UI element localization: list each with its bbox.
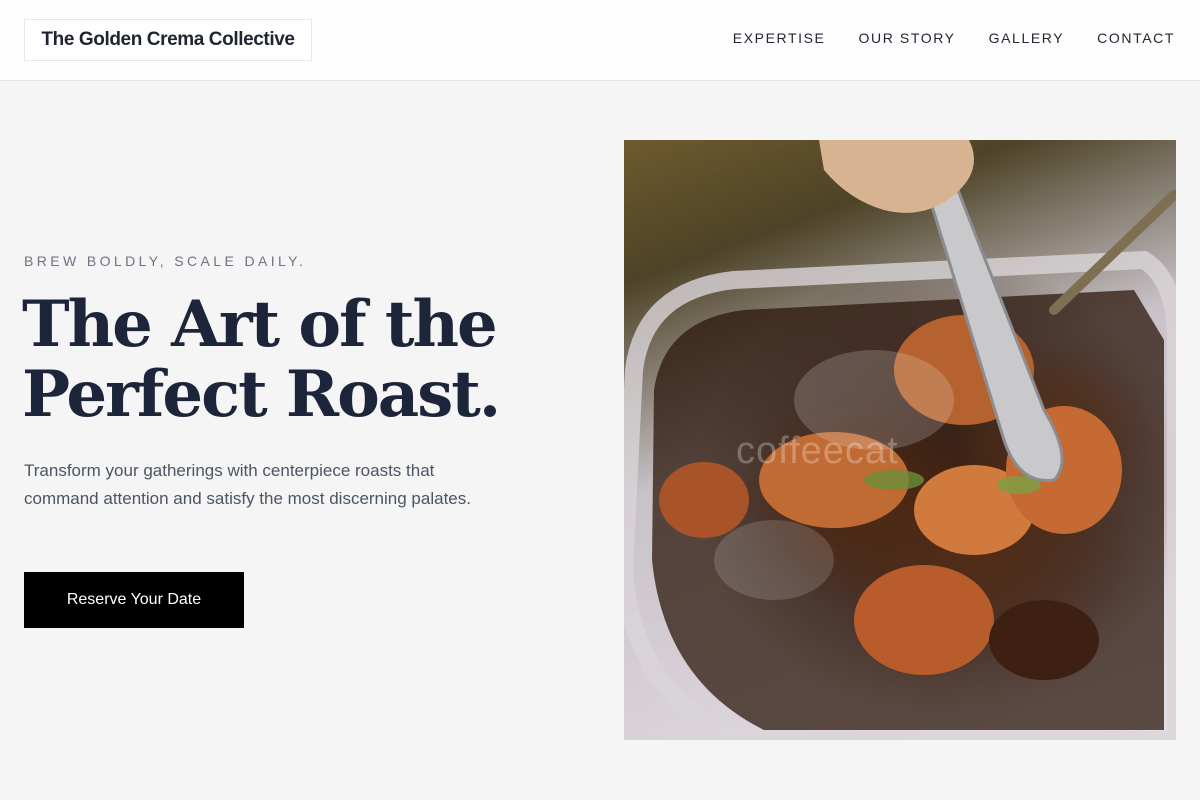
roast-chunk xyxy=(659,462,749,538)
site-logo[interactable]: The Golden Crema Collective xyxy=(24,19,312,61)
steam xyxy=(714,520,834,600)
herb-garnish xyxy=(864,470,924,490)
image-watermark: coffeecat xyxy=(736,430,899,472)
reserve-date-button[interactable]: Reserve Your Date xyxy=(24,572,244,628)
nav-item-expertise[interactable]: EXPERTISE xyxy=(733,29,826,47)
hero-image-roast-dish: coffeecat xyxy=(624,140,1176,740)
nav-item-our-story[interactable]: OUR STORY xyxy=(859,29,956,47)
roast-chunk xyxy=(854,565,994,675)
roast-dish-illustration xyxy=(624,140,1176,740)
hero-headline-line-2: Perfect Roast. xyxy=(22,357,501,432)
roast-chunk xyxy=(989,600,1099,680)
hero-headline: The Art of the Perfect Roast. xyxy=(22,290,582,430)
hero-description: Transform your gatherings with centerpie… xyxy=(24,461,471,508)
hero-headline-line-1: The Art of the xyxy=(22,287,498,362)
hero-eyebrow: BREW BOLDLY, SCALE DAILY. xyxy=(24,253,307,269)
main-nav: EXPERTISE OUR STORY GALLERY CONTACT xyxy=(733,29,1175,47)
site-header: The Golden Crema Collective EXPERTISE OU… xyxy=(0,0,1200,81)
nav-item-gallery[interactable]: GALLERY xyxy=(989,29,1065,47)
nav-item-contact[interactable]: CONTACT xyxy=(1097,29,1175,47)
